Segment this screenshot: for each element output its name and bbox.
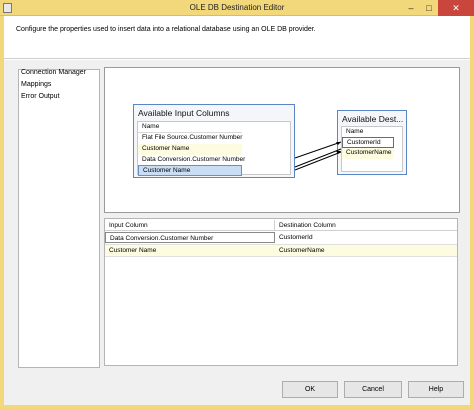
grid-cell-destination[interactable]: CustomerId [275, 232, 457, 243]
mapping-line [294, 148, 342, 168]
grid-row-divider [105, 256, 457, 257]
grid-cell-input[interactable]: Data Conversion.Customer Number [105, 232, 275, 243]
mapping-line [294, 141, 342, 159]
grid-cell-destination[interactable]: CustomerName [275, 245, 457, 256]
grid-header-input-column[interactable]: Input Column [105, 220, 275, 231]
grid-header-destination-column[interactable]: Destination Column [275, 220, 457, 231]
ok-button[interactable]: OK [282, 381, 338, 398]
mapping-line [294, 151, 342, 171]
grid-cell-input[interactable]: Customer Name [105, 245, 275, 256]
cancel-button[interactable]: Cancel [344, 381, 402, 398]
help-button[interactable]: Help [408, 381, 464, 398]
